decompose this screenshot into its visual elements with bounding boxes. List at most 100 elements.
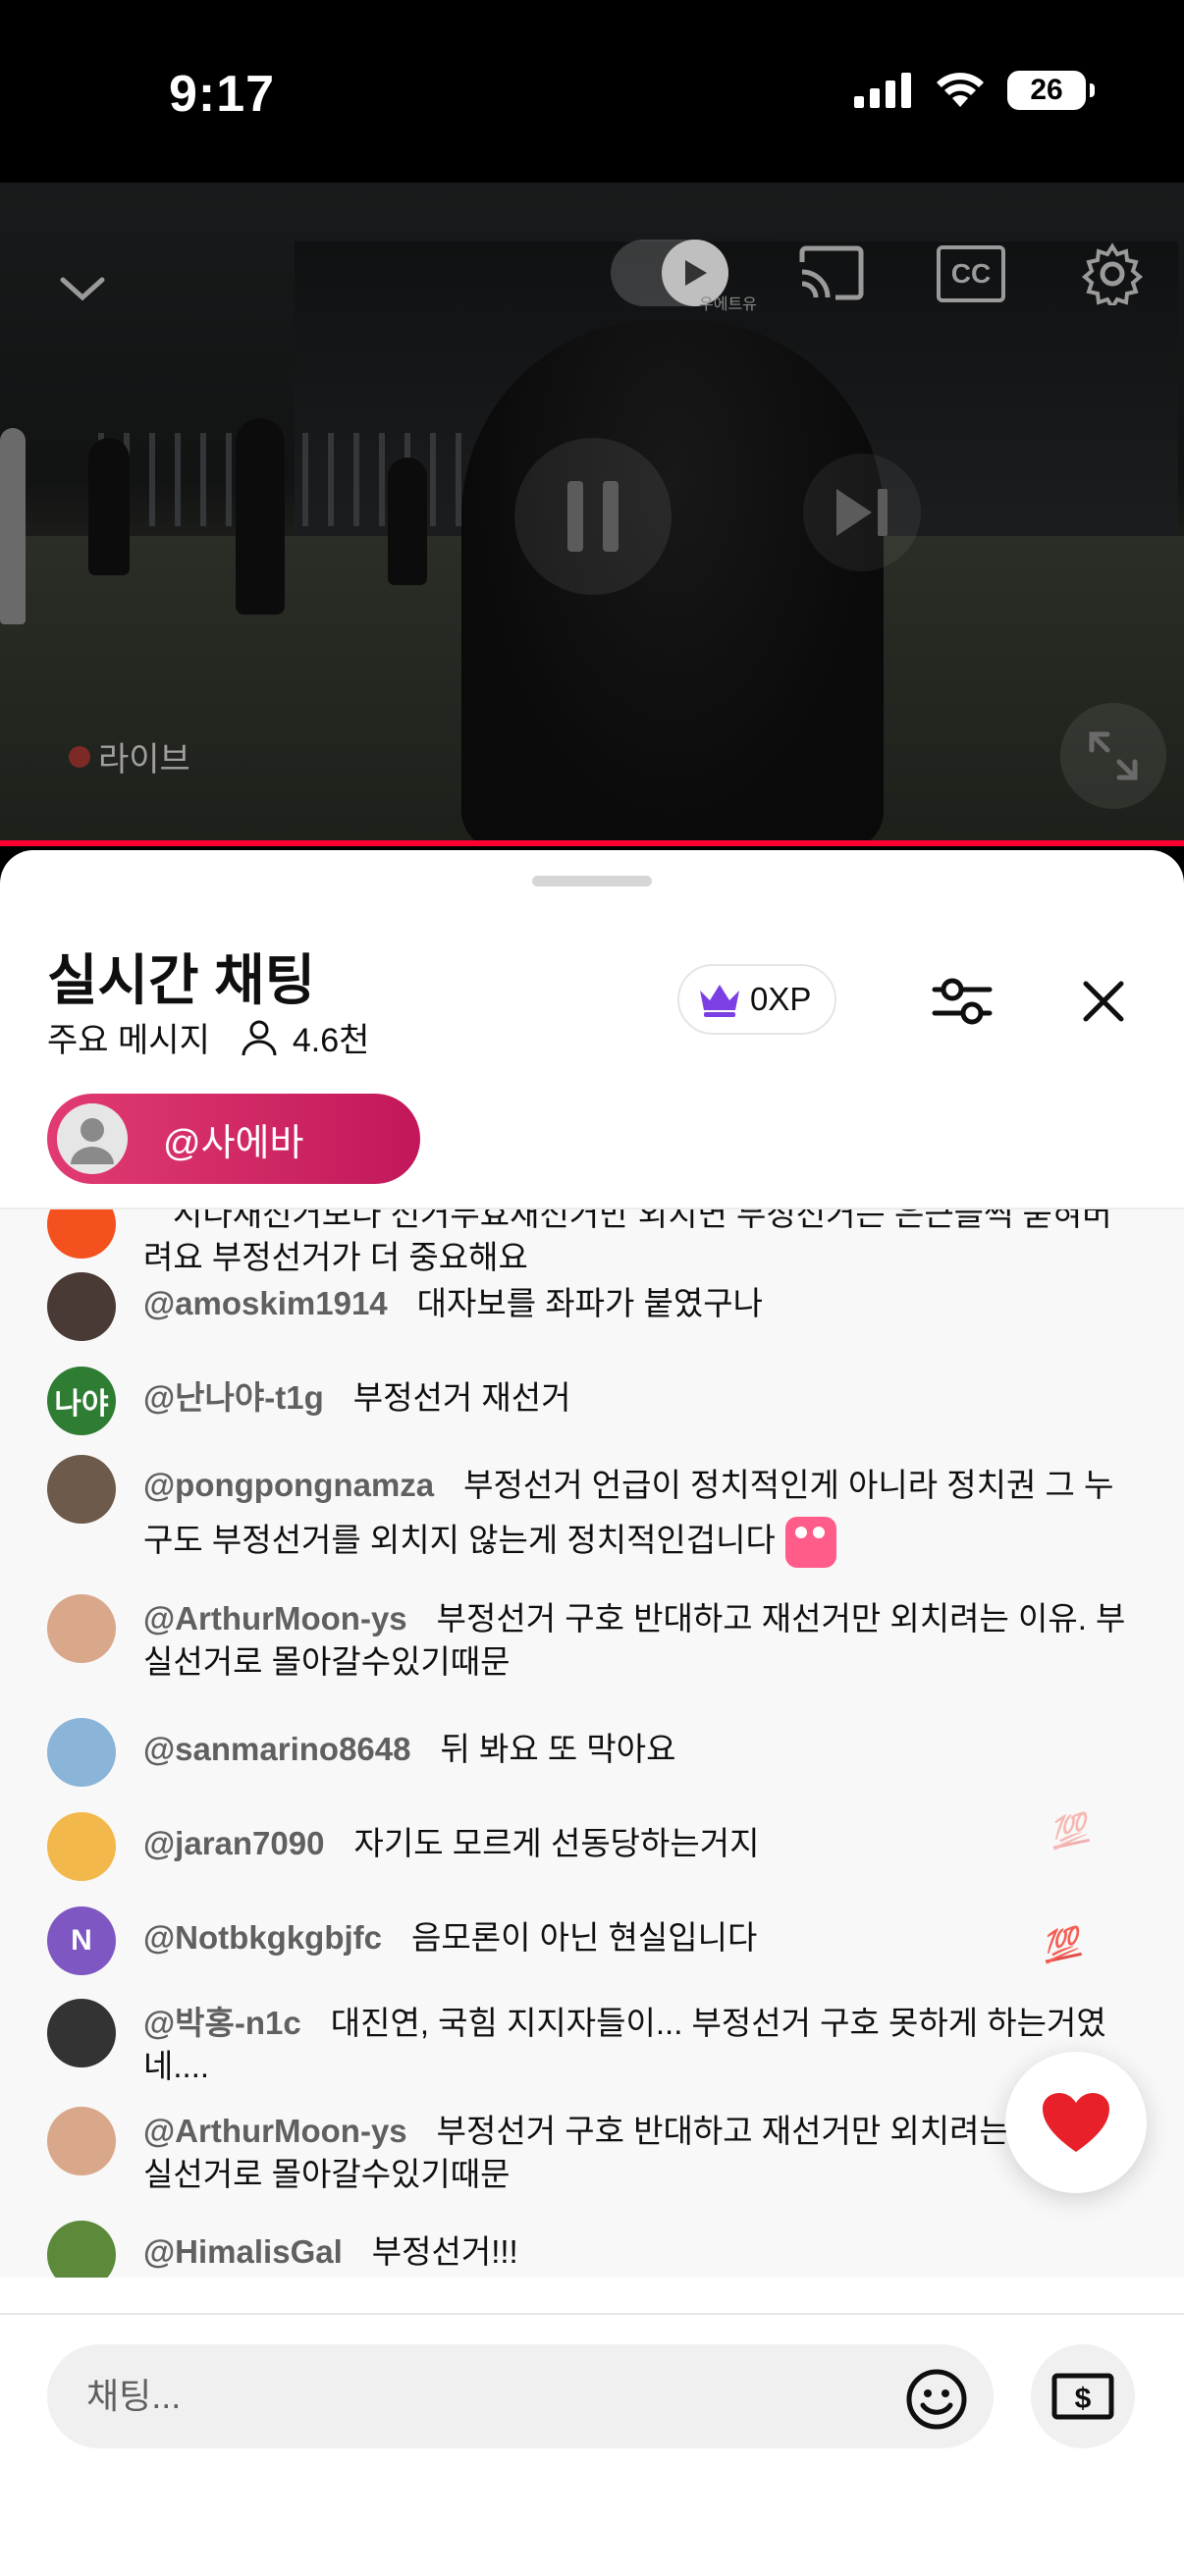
live-indicator: 라이브 — [69, 732, 190, 780]
xp-badge[interactable]: 0XP — [677, 964, 837, 1035]
video-watermark: 우에트유 — [699, 296, 757, 313]
chat-filter-button[interactable] — [923, 962, 1001, 1041]
message-body: @amoskim1914 대자보를 좌파가 붙였구나 — [143, 1272, 763, 1341]
settings-button[interactable] — [1078, 240, 1147, 308]
message-body: @sanmarino8648 뒤 봐요 또 막아요 — [143, 1718, 676, 1787]
message-body: @난나야-t1g 부정선거 재선거 — [143, 1367, 570, 1435]
status-time: 9:17 — [169, 66, 276, 123]
gear-icon — [1081, 242, 1144, 305]
message-author: @ArthurMoon-ys — [143, 2113, 407, 2149]
person-icon — [242, 1020, 277, 1055]
avatar — [47, 1455, 116, 1524]
chat-message[interactable]: @jaran7090 자기도 모르게 선동당하는거지 — [47, 1812, 1137, 1881]
message-body: @ArthurMoon-ys 부정선거 구호 반대하고 재선거만 외치려는 이유.… — [143, 2107, 1137, 2196]
heart-reaction-button[interactable] — [1005, 2052, 1147, 2193]
sliders-icon — [932, 978, 993, 1025]
avatar — [47, 1812, 116, 1881]
message-author: @pongpongnamza — [143, 1467, 435, 1503]
message-text: 음모론이 아닌 현실입니다 — [411, 1919, 758, 1956]
message-text: 부정선거 재선거 — [352, 1379, 571, 1416]
live-label: 라이브 — [98, 741, 190, 778]
chat-message[interactable]: N @Notbkgkgbjfc 음모론이 아닌 현실입니다 — [47, 1906, 1137, 1975]
video-foreground-person — [461, 320, 884, 846]
message-body: @박홍-n1c 대진연, 국힘 지지자들이... 부정선거 구호 못하게 하는거였… — [143, 1999, 1137, 2088]
video-background-fence — [98, 433, 511, 526]
avatar — [47, 2107, 116, 2175]
heart-icon — [1043, 2093, 1109, 2152]
message-author: @Notbkgkgbjfc — [143, 1919, 383, 1956]
chat-message[interactable]: @HimalisGal 부정선거!!! — [47, 2221, 1137, 2278]
chat-message[interactable]: 시다재선거보다 선거무효재선거만 외치면 부정선거는 은근슬쩍 묻혀버려요 부정… — [47, 1209, 1137, 1279]
wifi-icon — [937, 73, 984, 107]
chat-message[interactable]: @sanmarino8648 뒤 봐요 또 막아요 — [47, 1718, 1137, 1787]
message-text: 대자보를 좌파가 붙였구나 — [416, 1285, 763, 1321]
avatar — [47, 1594, 116, 1663]
chat-filter-label[interactable]: 주요 메시지 — [47, 1013, 210, 1061]
avatar — [47, 1272, 116, 1341]
video-person — [0, 428, 26, 624]
video-player[interactable]: 우에트유 CC 라이브 — [0, 183, 1184, 846]
message-body: @ArthurMoon-ys 부정선거 구호 반대하고 재선거만 외치려는 이유.… — [143, 1594, 1137, 1684]
chat-subheader: 주요 메시지 4.6천 — [47, 1013, 369, 1061]
message-author: @jaran7090 — [143, 1825, 325, 1861]
default-avatar-icon — [57, 1103, 128, 1174]
fullscreen-icon — [1089, 731, 1138, 780]
message-text: 부정선거!!! — [371, 2233, 518, 2270]
avatar — [47, 1718, 116, 1787]
chat-message[interactable]: @박홍-n1c 대진연, 국힘 지지자들이... 부정선거 구호 못하게 하는거였… — [47, 1999, 1137, 2088]
emoji-sticker-icon — [784, 1517, 836, 1569]
message-text: 뒤 봐요 또 막아요 — [440, 1731, 676, 1767]
chat-input[interactable] — [47, 2344, 994, 2448]
chat-message[interactable]: @ArthurMoon-ys 부정선거 구호 반대하고 재선거만 외치려는 이유.… — [47, 1594, 1137, 1684]
skip-next-icon — [836, 489, 888, 536]
next-video-button[interactable] — [803, 454, 921, 571]
message-author: @박홍-n1c — [143, 2005, 301, 2041]
crown-icon — [700, 985, 739, 1017]
chat-message[interactable]: @pongpongnamza 부정선거 언급이 정치적인게 아니라 정치권 그 누… — [47, 1455, 1137, 1569]
message-text: 시다재선거보다 선거무효재선거만 외치면 부정선거는 은근슬쩍 묻혀버려요 부정… — [143, 1209, 1112, 1275]
svg-text:$: $ — [1075, 2383, 1092, 2415]
message-author: @sanmarino8648 — [143, 1731, 411, 1767]
xp-label: 0XP — [750, 981, 812, 1017]
close-icon — [1083, 981, 1124, 1022]
collapse-button[interactable] — [55, 261, 110, 316]
pinned-message-chip[interactable]: @사에바 — [47, 1094, 420, 1184]
fullscreen-button[interactable] — [1060, 703, 1166, 809]
dollar-bill-icon: $ — [1051, 2373, 1114, 2420]
video-progress-bar[interactable] — [0, 840, 1184, 846]
pause-button[interactable] — [514, 438, 672, 595]
message-body: @jaran7090 자기도 모르게 선동당하는거지 — [143, 1812, 760, 1881]
message-body: 시다재선거보다 선거무효재선거만 외치면 부정선거는 은근슬쩍 묻혀버려요 부정… — [143, 1209, 1137, 1279]
chat-message[interactable]: @amoskim1914 대자보를 좌파가 붙였구나 — [47, 1272, 1137, 1341]
message-body: @pongpongnamza 부정선거 언급이 정치적인게 아니라 정치권 그 누… — [143, 1455, 1137, 1569]
message-body: @HimalisGal 부정선거!!! — [143, 2221, 518, 2278]
message-author: @ArthurMoon-ys — [143, 1600, 407, 1637]
pause-icon — [567, 481, 619, 552]
super-chat-button[interactable]: $ — [1031, 2344, 1135, 2448]
chat-title: 실시간 채팅 — [47, 949, 316, 1011]
video-person — [388, 457, 427, 585]
avatar — [47, 2221, 116, 2278]
cast-button[interactable] — [793, 242, 868, 304]
close-chat-button[interactable] — [1064, 962, 1143, 1041]
message-body: @Notbkgkgbjfc 음모론이 아닌 현실입니다 — [143, 1906, 757, 1975]
avatar — [47, 1999, 116, 2067]
battery-indicator: 26 — [1007, 71, 1095, 110]
drag-handle[interactable] — [532, 876, 652, 886]
cast-icon — [799, 245, 864, 300]
smiley-icon — [906, 2369, 967, 2430]
captions-icon: CC — [950, 258, 992, 289]
status-bar: 9:17 26 — [0, 0, 1184, 183]
captions-button[interactable]: CC — [937, 245, 1005, 302]
message-author: @HimalisGal — [143, 2233, 343, 2270]
emoji-button[interactable] — [905, 2368, 968, 2431]
video-person — [236, 418, 285, 615]
message-author: @amoskim1914 — [143, 1285, 388, 1321]
chat-message[interactable]: 나야 @난나야-t1g 부정선거 재선거 — [47, 1367, 1137, 1435]
avatar: 나야 — [47, 1367, 116, 1435]
chevron-down-icon — [60, 277, 105, 301]
live-dot-icon — [69, 745, 90, 768]
viewer-count: 4.6천 — [292, 1022, 370, 1059]
message-author: @난나야-t1g — [143, 1379, 324, 1416]
chat-message[interactable]: @ArthurMoon-ys 부정선거 구호 반대하고 재선거만 외치려는 이유.… — [47, 2107, 1137, 2196]
